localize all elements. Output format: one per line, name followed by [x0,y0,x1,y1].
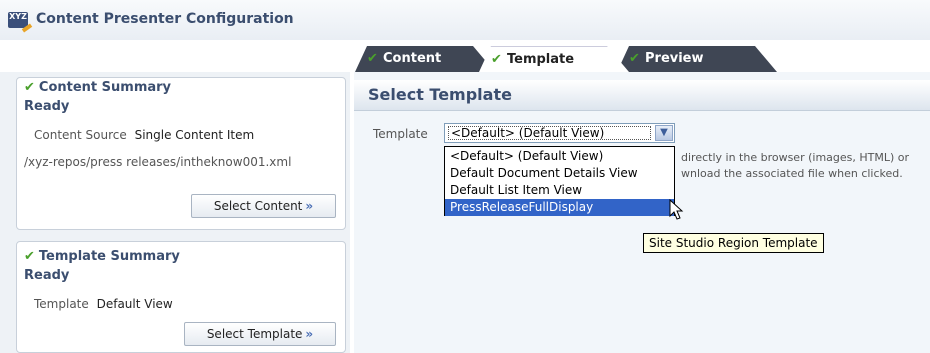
select-template-button[interactable]: Select Template» [184,322,336,346]
template-summary-card: ✔ Template Summary Ready Template Default… [16,241,346,353]
template-row: Template Default View [34,297,173,311]
template-summary-status: Ready [24,268,70,283]
check-icon: ✔ [491,52,502,67]
content-summary-card: ✔ Content Summary Ready Content Source Si… [16,77,346,230]
page-title: Content Presenter Configuration [36,11,294,27]
tab-content-label: Content [383,51,442,66]
check-icon: ✔ [24,80,35,95]
template-select-value: <Default> (Default View) [451,126,605,140]
section-header: Select Template [354,80,930,111]
content-summary-title: ✔ Content Summary [24,80,172,95]
template-summary-title: ✔ Template Summary [24,249,180,264]
dropdown-option[interactable]: Default List Item View [445,182,674,199]
tab-template[interactable]: ✔ Template [479,46,629,72]
double-chevron-right-icon: » [305,199,314,213]
chevron-down-icon[interactable]: ▼ [655,125,673,141]
check-icon: ✔ [367,51,378,66]
template-summary-label: Template [34,297,89,311]
template-select[interactable]: <Default> (Default View) ▼ [444,123,675,143]
select-content-label: Select Content [213,199,303,213]
template-dropdown-list: <Default> (Default View) Default Documen… [444,146,675,216]
select-content-button[interactable]: Select Content» [191,194,336,218]
tab-strip: ✔ Content ✔ Preview ✔ Template [355,46,795,72]
mouse-pointer-icon [669,199,684,220]
content-source-value: Single Content Item [134,128,255,142]
template-description: directly in the browser (images, HTML) o… [681,151,910,180]
template-summary-value: Default View [96,297,173,311]
section-title: Select Template [368,85,512,104]
check-icon: ✔ [629,51,640,66]
content-source-label: Content Source [34,128,127,142]
check-icon: ✔ [24,249,35,264]
tab-template-label: Template [507,52,575,67]
select-template-label: Select Template [206,327,303,341]
tab-preview[interactable]: ✔ Preview [617,46,777,72]
xyz-pen-icon: XYZ [8,12,33,33]
title-bar: XYZ Content Presenter Configuration [0,0,930,40]
dropdown-option-selected[interactable]: PressReleaseFullDisplay [445,199,674,216]
content-summary-status: Ready [24,99,70,114]
dropdown-option[interactable]: Default Document Details View [445,165,674,182]
option-tooltip: Site Studio Region Template [643,233,824,253]
double-chevron-right-icon: » [305,327,314,341]
content-path: /xyz-repos/press releases/intheknow001.x… [24,155,292,169]
dropdown-option[interactable]: <Default> (Default View) [445,148,674,165]
tab-content[interactable]: ✔ Content [355,46,495,72]
template-field-label: Template [373,127,428,141]
content-source-row: Content Source Single Content Item [34,128,254,142]
tab-preview-label: Preview [645,51,704,66]
